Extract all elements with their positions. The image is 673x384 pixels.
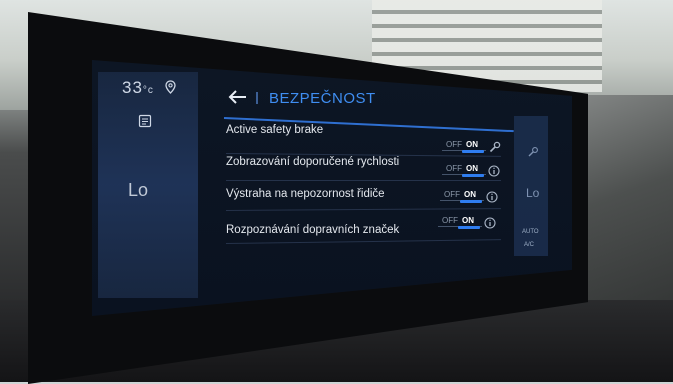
toggle-active-indicator <box>460 200 482 203</box>
left-fan-level: Lo <box>128 180 149 200</box>
toggle-on-label: ON <box>466 164 478 173</box>
header-divider <box>256 92 258 104</box>
setting-label: Rozpoznávání dopravních značek <box>226 224 400 236</box>
fan-icon[interactable] <box>527 146 539 158</box>
setting-label: Active safety brake <box>226 124 324 136</box>
row-separator <box>226 180 501 181</box>
toggle-active-indicator <box>462 174 484 177</box>
wrench-icon[interactable] <box>489 141 501 153</box>
toggle-traffic-sign-recognition[interactable]: OFF ON <box>438 215 482 229</box>
temperature-value: 33 <box>122 78 143 97</box>
toggle-speed-recommendation[interactable]: OFF ON <box>442 163 486 177</box>
toggle-on-label: ON <box>462 216 474 225</box>
setting-label: Zobrazování doporučené rychlosti <box>226 156 400 168</box>
page-title: BEZPEČNOST <box>269 90 376 107</box>
toggle-off-label: OFF <box>446 164 462 173</box>
location-pin-icon <box>165 80 176 94</box>
temperature-readout: 33°c <box>122 78 154 98</box>
toggle-off-label: OFF <box>442 216 458 225</box>
temperature-unit: °c <box>142 85 154 96</box>
toggle-on-label: ON <box>466 140 478 149</box>
info-icon[interactable] <box>484 217 496 229</box>
back-button[interactable] <box>228 88 248 111</box>
toggle-on-label: ON <box>464 190 476 199</box>
toggle-active-indicator <box>458 226 480 229</box>
auto-button[interactable]: AUTO <box>522 229 539 235</box>
info-icon[interactable] <box>488 165 500 177</box>
info-icon[interactable] <box>486 191 498 203</box>
right-fan-level: Lo <box>526 186 540 200</box>
toggle-active-safety-brake[interactable]: OFF ON <box>442 139 486 153</box>
toggle-off-label: OFF <box>446 140 462 149</box>
toggle-active-indicator <box>462 150 484 153</box>
document-icon[interactable] <box>138 114 152 128</box>
setting-label: Výstraha na nepozornost řidiče <box>226 188 385 200</box>
toggle-off-label: OFF <box>444 190 460 199</box>
arrow-left-icon <box>228 90 246 104</box>
ac-button[interactable]: A/C <box>524 242 534 248</box>
toggle-driver-attention[interactable]: OFF ON <box>440 189 484 203</box>
